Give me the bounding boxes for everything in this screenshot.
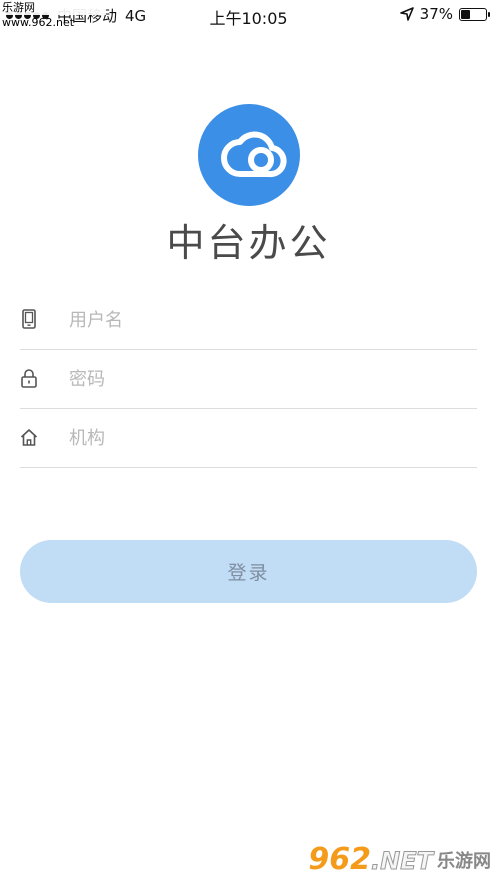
lock-icon: [21, 369, 37, 388]
cloud-logo-icon: [198, 104, 300, 206]
org-field: [20, 409, 477, 468]
watermark-number: 962.NET: [308, 842, 433, 877]
watermark-top: 乐游网 www.962.net: [0, 0, 106, 29]
status-right: 37%: [399, 5, 490, 23]
home-icon: [20, 429, 38, 446]
org-input[interactable]: [69, 421, 459, 455]
password-field: [20, 350, 477, 409]
location-arrow-icon: [399, 7, 414, 21]
battery-percentage: 37%: [419, 5, 453, 23]
watermark-text: 乐游网: [437, 850, 491, 872]
phone-icon: [22, 309, 36, 329]
battery-fill: [461, 9, 470, 19]
username-field: [20, 291, 477, 350]
app-title: 中台办公: [166, 221, 331, 265]
login-button[interactable]: 登录: [20, 540, 477, 603]
username-input[interactable]: [69, 303, 459, 337]
password-input[interactable]: [69, 362, 459, 396]
battery-icon: [459, 7, 490, 21]
watermark-bottom: 962.NET 乐游网: [308, 842, 491, 877]
